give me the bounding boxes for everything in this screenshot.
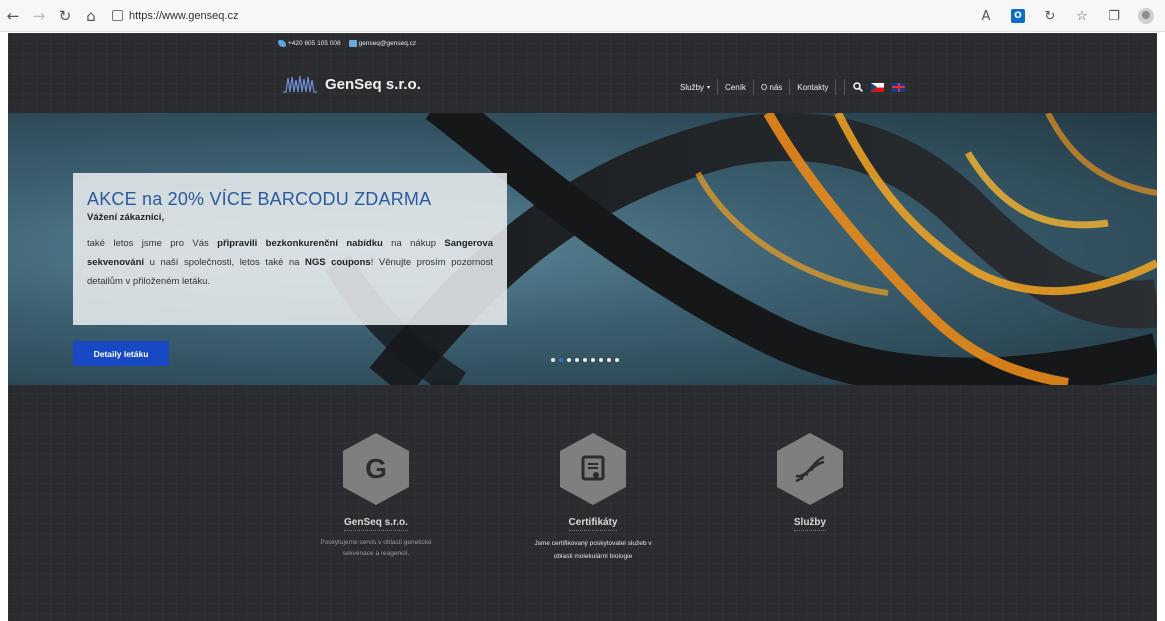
promo-text: také letos jsme pro Vás <box>87 238 218 249</box>
slider-dots <box>551 358 619 362</box>
logo-text: GenSeq s.r.o. <box>325 75 421 93</box>
slider-dot[interactable] <box>559 358 563 362</box>
lock-icon <box>112 10 123 21</box>
feature-text: Poskytujeme servis v oblasti genetické s… <box>320 539 432 557</box>
menu-item-sluzby[interactable]: Služby ▾ <box>673 79 719 95</box>
browser-toolbar: ← → ↻ ⌂ https://www.genseq.cz A O ↻ ☆ ❐ <box>0 0 1165 32</box>
promo-greeting: Vážení zákazníci, <box>87 212 165 223</box>
feature-genseq: G GenSeq s.r.o. Poskytujeme servis v obl… <box>316 433 436 559</box>
english-flag-icon[interactable] <box>892 82 906 92</box>
feature-title[interactable]: GenSeq s.r.o. <box>344 517 408 531</box>
menu-item-cenik[interactable]: Ceník <box>718 79 754 95</box>
email-text: genseq@genseq.cz <box>358 40 417 48</box>
home-icon[interactable]: ⌂ <box>78 5 104 27</box>
page: +420 605 105 008 genseq@genseq.cz GenSeq… <box>8 33 1157 621</box>
back-icon[interactable]: ← <box>0 5 26 27</box>
features-section: G GenSeq s.r.o. Poskytujeme servis v obl… <box>8 385 1157 621</box>
outlook-extension-icon[interactable]: O <box>1007 5 1029 27</box>
read-aloud-icon[interactable]: A <box>975 5 997 27</box>
promo-emphasis: připravili bezkonkurenční nabídku <box>217 238 383 249</box>
site-header: GenSeq s.r.o. Služby ▾ Ceník O nás Konta… <box>8 55 1157 113</box>
slider-dot[interactable] <box>607 358 611 362</box>
refresh-extension-icon[interactable]: ↻ <box>1039 5 1061 27</box>
menu-item-kontakty[interactable]: Kontakty <box>790 79 837 95</box>
forward-icon[interactable]: → <box>26 5 52 27</box>
site-logo[interactable]: GenSeq s.r.o. <box>283 74 421 94</box>
feature-certificates: Certifikáty Jsme certifikovaný poskytova… <box>533 433 653 563</box>
slider-dot[interactable] <box>583 358 587 362</box>
email-link[interactable]: genseq@genseq.cz <box>348 40 417 48</box>
menu-label: Kontakty <box>797 82 829 92</box>
certificate-icon <box>560 433 626 505</box>
menu-item-o-nas[interactable]: O nás <box>754 79 791 95</box>
g-letter-icon: G <box>343 433 409 505</box>
menu-label: O nás <box>760 82 783 92</box>
collections-icon[interactable]: ❐ <box>1103 5 1125 27</box>
main-menu: Služby ▾ Ceník O nás Kontakty <box>673 79 906 95</box>
feature-text: Jsme certifikovaný poskytovatel služeb v… <box>534 540 652 560</box>
menu-label: Ceník <box>725 82 746 92</box>
menu-label: Služby <box>680 82 705 92</box>
address-bar[interactable]: https://www.genseq.cz <box>112 5 238 27</box>
hero-slider: AKCE na 20% VÍCE BARCODU ZDARMA Vážení z… <box>8 113 1157 385</box>
feature-title[interactable]: Certifikáty <box>568 517 618 531</box>
promo-title: AKCE na 20% VÍCE BARCODU ZDARMA <box>87 189 432 209</box>
favorites-icon[interactable]: ☆ <box>1071 5 1093 27</box>
promo-body: také letos jsme pro Vás připravili bezko… <box>87 234 493 291</box>
slider-dot[interactable] <box>575 358 579 362</box>
feature-title[interactable]: Služby <box>793 517 827 531</box>
promo-panel: AKCE na 20% VÍCE BARCODU ZDARMA Vážení z… <box>73 173 507 325</box>
contact-bar: +420 605 105 008 genseq@genseq.cz <box>8 33 1157 55</box>
slider-dot[interactable] <box>599 358 603 362</box>
profile-avatar[interactable] <box>1135 5 1157 27</box>
feature-services: Služby <box>750 433 870 537</box>
promo-text: na nákup <box>382 238 445 249</box>
chevron-down-icon: ▾ <box>707 84 711 91</box>
search-icon[interactable] <box>853 82 864 92</box>
sequence-logo-icon <box>283 75 317 93</box>
slider-dot[interactable] <box>615 358 619 362</box>
details-leaflet-button[interactable]: Detaily letáku <box>73 341 169 366</box>
promo-emphasis: NGS coupons <box>304 257 371 268</box>
czech-flag-icon[interactable] <box>871 82 885 92</box>
slider-dot[interactable] <box>551 358 555 362</box>
promo-text: u naší společnosti, letos také na <box>144 257 305 268</box>
mail-icon <box>348 40 357 47</box>
dna-icon <box>777 433 843 505</box>
phone-text: +420 605 105 008 <box>288 40 341 48</box>
phone-link[interactable]: +420 605 105 008 <box>278 40 341 47</box>
slider-dot[interactable] <box>567 358 571 362</box>
reload-icon[interactable]: ↻ <box>52 5 78 27</box>
url-text[interactable]: https://www.genseq.cz <box>129 10 238 22</box>
phone-icon <box>278 40 286 47</box>
slider-dot[interactable] <box>591 358 595 362</box>
